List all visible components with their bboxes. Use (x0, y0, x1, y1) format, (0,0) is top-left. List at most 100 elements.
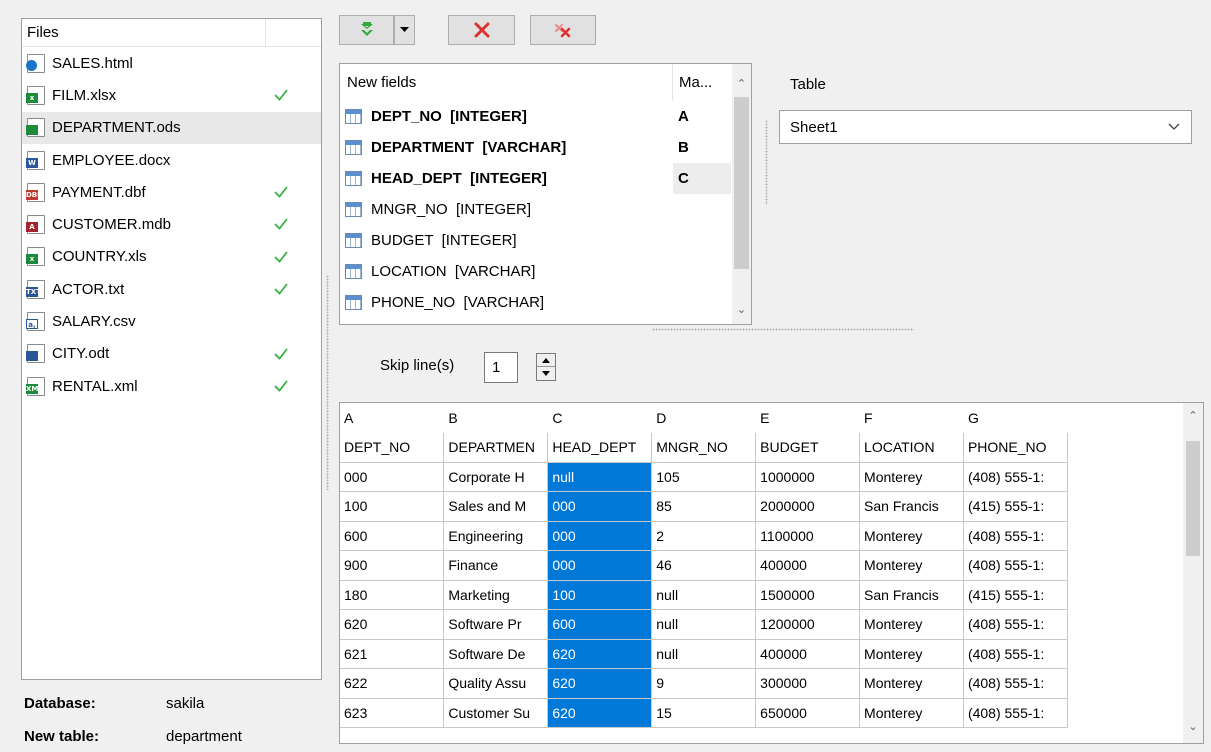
column-letter[interactable]: B (443, 403, 549, 433)
grid-cell[interactable]: 15 (651, 698, 757, 728)
grid-cell[interactable]: Monterey (859, 639, 964, 669)
grid-cell[interactable]: 620 (547, 639, 653, 669)
grid-cell[interactable]: Monterey (859, 609, 964, 640)
column-letter[interactable]: G (963, 403, 1068, 433)
field-mapping[interactable]: A (673, 101, 731, 132)
file-item[interactable]: x FILM.xlsx (22, 79, 321, 111)
field-mapping[interactable]: C (673, 163, 731, 194)
header-cell[interactable]: DEPT_NO (340, 432, 445, 463)
header-cell[interactable]: LOCATION (859, 432, 964, 463)
grid-cell[interactable]: 000 (547, 521, 653, 551)
grid-cell[interactable]: 623 (340, 698, 445, 728)
column-letter[interactable]: E (755, 403, 861, 433)
remove-field-button[interactable] (448, 15, 515, 45)
grid-cell[interactable]: 000 (547, 491, 653, 522)
grid-cell[interactable]: 620 (547, 698, 653, 728)
grid-cell[interactable]: Monterey (859, 550, 964, 581)
file-item[interactable]: x COUNTRY.xls (22, 241, 321, 273)
column-letter[interactable]: A (340, 403, 445, 433)
file-item[interactable]: A CUSTOMER.mdb (22, 208, 321, 240)
grid-cell[interactable]: null (547, 462, 653, 492)
field-row[interactable]: PHONE_NO [VARCHAR] (340, 287, 751, 318)
grid-cell[interactable]: (408) 555-1: (963, 521, 1068, 551)
grid-cell[interactable]: Sales and M (443, 491, 549, 522)
column-letter[interactable]: F (859, 403, 964, 433)
field-row[interactable]: HEAD_DEPT [INTEGER] C (340, 163, 751, 194)
grid-cell[interactable]: null (651, 580, 757, 610)
grid-cell[interactable]: Quality Assu (443, 668, 549, 699)
grid-cell[interactable]: 000 (340, 462, 445, 492)
fields-splitter[interactable] (765, 120, 768, 205)
column-letter[interactable]: D (651, 403, 757, 433)
files-column-header[interactable]: Files (22, 19, 266, 46)
add-field-button[interactable] (339, 15, 394, 45)
new-fields-column-header[interactable]: New fields (340, 64, 673, 101)
field-row[interactable]: MNGR_NO [INTEGER] (340, 194, 751, 225)
grid-cell[interactable]: 9 (651, 668, 757, 699)
grid-cell[interactable]: 621 (340, 639, 445, 669)
header-cell[interactable]: PHONE_NO (963, 432, 1068, 463)
grid-cell[interactable]: 1000000 (755, 462, 861, 492)
file-item[interactable]: W EMPLOYEE.docx (22, 144, 321, 176)
file-item[interactable]: DEPARTMENT.ods (22, 111, 321, 144)
grid-cell[interactable]: 622 (340, 668, 445, 699)
grid-cell[interactable]: 600 (547, 609, 653, 640)
fields-scroll-thumb[interactable] (734, 97, 749, 269)
grid-cell[interactable]: Monterey (859, 668, 964, 699)
grid-cell[interactable]: 105 (651, 462, 757, 492)
fields-scrollbar[interactable]: ⌃ ⌄ (732, 64, 751, 324)
grid-cell[interactable]: null (651, 609, 757, 640)
file-item[interactable]: SALES.html (22, 47, 321, 79)
file-item[interactable]: XML RENTAL.xml (22, 370, 321, 402)
grid-cell[interactable]: (415) 555-1: (963, 491, 1068, 522)
grid-scroll-down-arrow-icon[interactable]: ⌄ (1183, 720, 1203, 737)
grid-cell[interactable]: (408) 555-1: (963, 698, 1068, 728)
grid-cell[interactable]: (408) 555-1: (963, 639, 1068, 669)
remove-all-fields-button[interactable] (530, 15, 596, 45)
grid-cell[interactable]: Customer Su (443, 698, 549, 728)
scroll-down-arrow-icon[interactable]: ⌄ (732, 302, 751, 319)
spinner-down-icon[interactable] (537, 367, 555, 380)
file-item[interactable]: TXT ACTOR.txt (22, 273, 321, 305)
grid-cell[interactable]: 1100000 (755, 521, 861, 551)
grid-cell[interactable]: Monterey (859, 521, 964, 551)
grid-cell[interactable]: Marketing (443, 580, 549, 610)
grid-cell[interactable]: 600 (340, 521, 445, 551)
grid-cell[interactable]: 300000 (755, 668, 861, 699)
grid-cell[interactable]: Engineering (443, 521, 549, 551)
grid-scroll-thumb[interactable] (1186, 441, 1200, 556)
grid-cell[interactable]: 620 (547, 668, 653, 699)
skip-lines-input[interactable]: 1 (484, 352, 518, 383)
grid-cell[interactable]: 2000000 (755, 491, 861, 522)
skip-lines-spinner[interactable] (536, 353, 556, 381)
field-mapping[interactable] (673, 225, 731, 256)
grid-cell[interactable]: Finance (443, 550, 549, 581)
vertical-splitter[interactable] (326, 275, 329, 490)
grid-scrollbar[interactable]: ⌃ ⌄ (1183, 403, 1203, 743)
field-row[interactable]: DEPARTMENT [VARCHAR] B (340, 132, 751, 163)
grid-cell[interactable]: Software De (443, 639, 549, 669)
grid-cell[interactable]: (408) 555-1: (963, 550, 1068, 581)
grid-cell[interactable]: 85 (651, 491, 757, 522)
grid-cell[interactable]: 100 (547, 580, 653, 610)
mapping-column-header[interactable]: Ma... (673, 74, 712, 91)
add-field-dropdown[interactable] (394, 15, 415, 45)
grid-cell[interactable]: Corporate H (443, 462, 549, 492)
scroll-up-arrow-icon[interactable]: ⌃ (732, 76, 751, 93)
header-cell[interactable]: BUDGET (755, 432, 861, 463)
field-mapping[interactable] (673, 287, 731, 318)
grid-cell[interactable]: 400000 (755, 550, 861, 581)
new-fields-list[interactable]: New fields Ma... DEPT_NO [INTEGER] A DEPAR… (339, 63, 752, 325)
grid-cell[interactable]: 650000 (755, 698, 861, 728)
grid-cell[interactable]: 46 (651, 550, 757, 581)
grid-cell[interactable]: Software Pr (443, 609, 549, 640)
grid-cell[interactable]: (408) 555-1: (963, 462, 1068, 492)
file-item[interactable]: CITY.odt (22, 338, 321, 370)
grid-cell[interactable]: 180 (340, 580, 445, 610)
grid-cell[interactable]: Monterey (859, 462, 964, 492)
files-list[interactable]: Files SALES.html x FILM.xlsx DEPARTMENT.ods… (21, 18, 322, 680)
grid-cell[interactable]: 1500000 (755, 580, 861, 610)
column-letter[interactable]: C (547, 403, 653, 433)
field-row[interactable]: DEPT_NO [INTEGER] A (340, 101, 751, 132)
grid-cell[interactable]: null (651, 639, 757, 669)
